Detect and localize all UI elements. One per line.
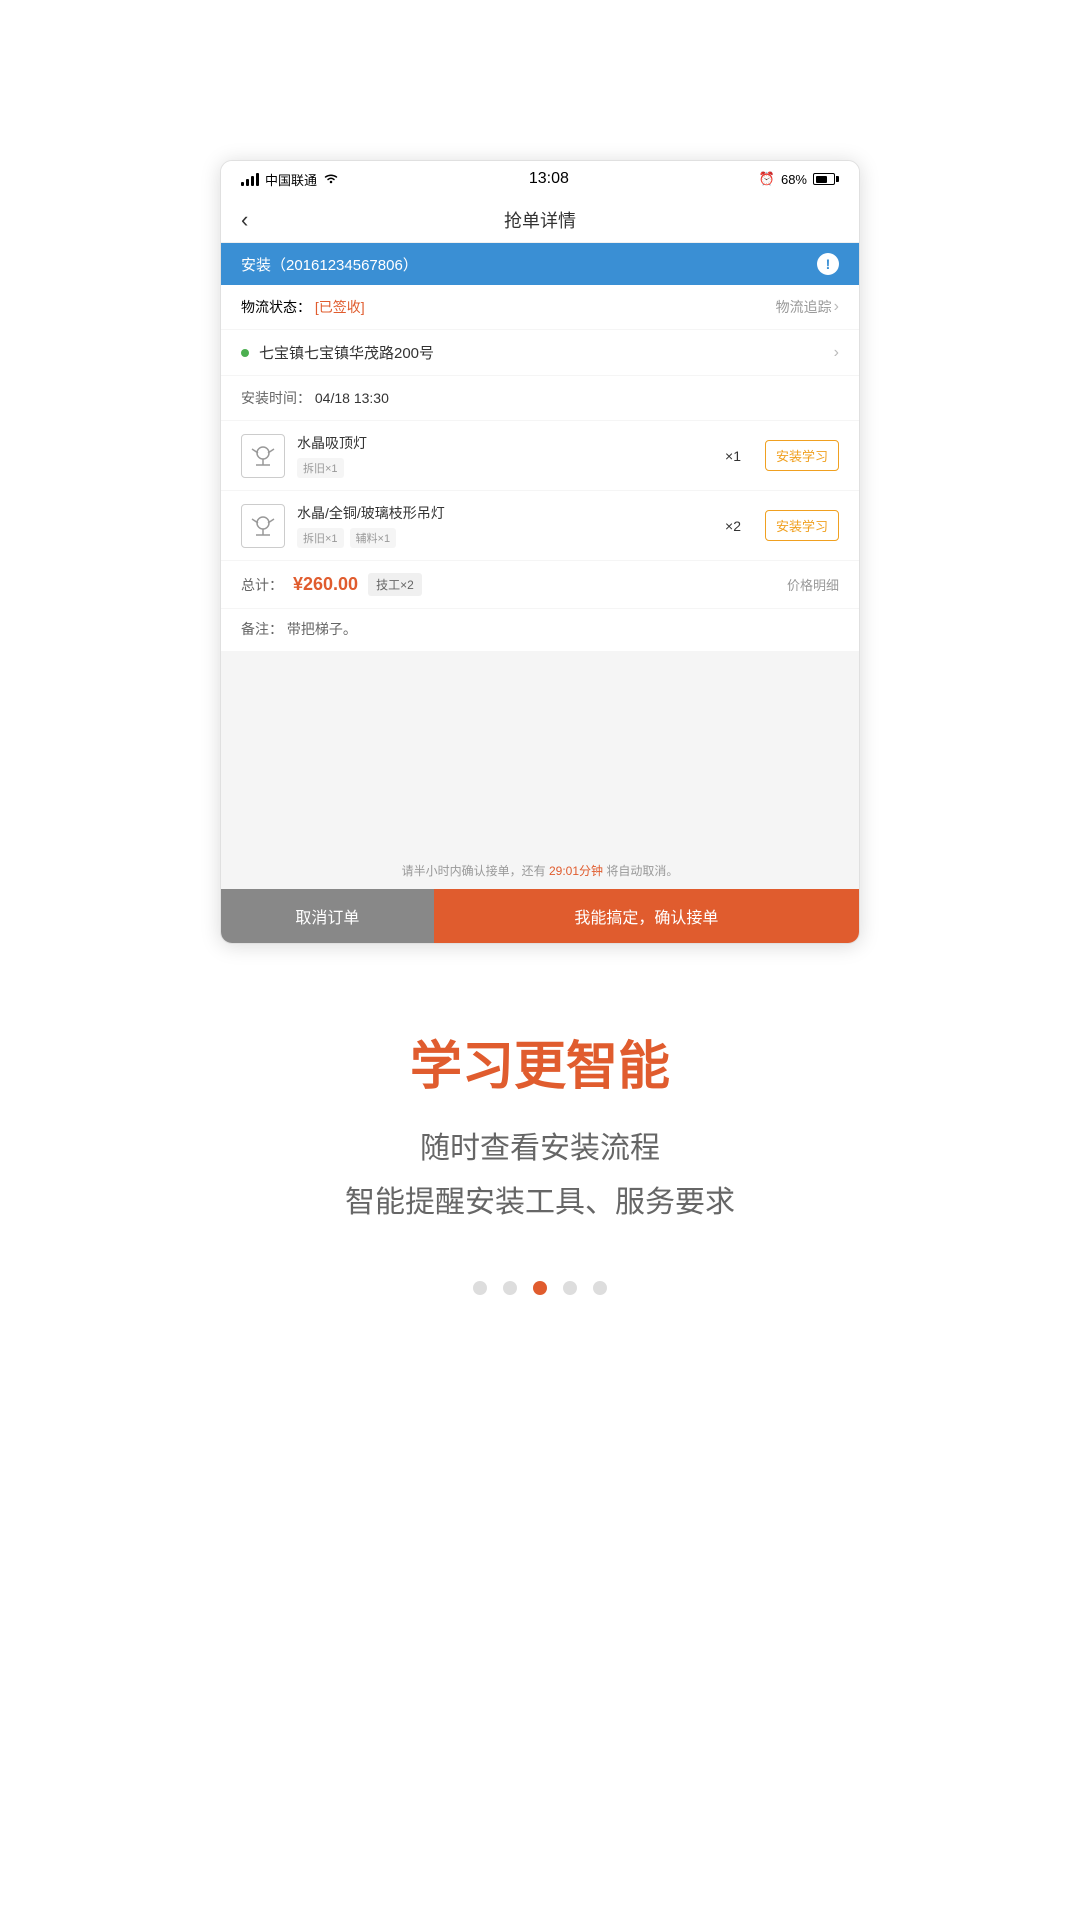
learn-button-1[interactable]: 安装学习 xyxy=(765,440,839,471)
track-label: 物流追踪 xyxy=(776,297,832,317)
promo-title: 学习更智能 xyxy=(410,1024,670,1099)
product-tag-1-0: 拆旧×1 xyxy=(297,458,344,478)
product-info-2: 水晶/全铜/玻璃枝形吊灯 拆旧×1 辅料×1 xyxy=(297,503,713,548)
back-button[interactable]: ‹ xyxy=(241,207,248,233)
price-detail-link[interactable]: 价格明细 xyxy=(787,575,839,594)
order-header-text: 安装（20161234567806） xyxy=(241,254,418,275)
address-text: 七宝镇七宝镇华茂路200号 xyxy=(259,342,834,363)
battery-icon xyxy=(813,173,839,185)
total-row: 总计： ¥260.00 技工×2 价格明细 xyxy=(221,561,859,609)
logistics-label: 物流状态： xyxy=(241,299,311,315)
total-amount: ¥260.00 xyxy=(293,574,358,595)
status-right: ⏰ 68% xyxy=(759,171,839,187)
product-tags-2: 拆旧×1 辅料×1 xyxy=(297,528,713,548)
status-left: 中国联通 xyxy=(241,170,339,189)
promo-sub1: 随时查看安装流程 xyxy=(420,1123,660,1167)
order-header: 安装（20161234567806） ! xyxy=(221,243,859,285)
product-info-1: 水晶吸顶灯 拆旧×1 xyxy=(297,433,713,478)
promo-section: 学习更智能 随时查看安装流程 智能提醒安装工具、服务要求 xyxy=(0,944,1080,1295)
wifi-icon xyxy=(323,172,339,187)
total-left: 总计： ¥260.00 技工×2 xyxy=(241,573,422,596)
address-dot-icon xyxy=(241,349,249,357)
pagination-dots xyxy=(473,1281,607,1295)
product-qty-2: ×2 xyxy=(725,518,741,534)
dot-1[interactable] xyxy=(503,1281,517,1295)
countdown-text: 29:01分钟 xyxy=(549,864,603,878)
logistics-track[interactable]: 物流追踪 › xyxy=(776,297,839,317)
product-name-1: 水晶吸顶灯 xyxy=(297,433,713,453)
phone-frame-area: 中国联通 13:08 ⏰ 68% xyxy=(0,0,1080,944)
confirm-button[interactable]: 我能搞定，确认接单 xyxy=(434,889,859,943)
product-tags-1: 拆旧×1 xyxy=(297,458,713,478)
address-row[interactable]: 七宝镇七宝镇华茂路200号 › xyxy=(221,330,859,376)
cancel-button[interactable]: 取消订单 xyxy=(221,889,434,943)
order-info-icon[interactable]: ! xyxy=(817,253,839,275)
nav-bar: ‹ 抢单详情 xyxy=(221,197,859,243)
product-tag-2-0: 拆旧×1 xyxy=(297,528,344,548)
tech-badge: 技工×2 xyxy=(368,573,422,596)
note-row: 备注： 带把梯子。 xyxy=(221,609,859,652)
product-row-1: 水晶吸顶灯 拆旧×1 ×1 安装学习 xyxy=(221,421,859,491)
product-qty-1: ×1 xyxy=(725,448,741,464)
promo-sub2: 智能提醒安装工具、服务要求 xyxy=(345,1177,735,1221)
logistics-row: 物流状态： [已签收] 物流追踪 › xyxy=(221,285,859,330)
product-tag-2-1: 辅料×1 xyxy=(350,528,397,548)
alarm-icon: ⏰ xyxy=(759,171,775,187)
install-time-value: 04/18 13:30 xyxy=(315,390,389,406)
learn-button-2[interactable]: 安装学习 xyxy=(765,510,839,541)
note-label: 备注： xyxy=(241,621,283,637)
status-bar: 中国联通 13:08 ⏰ 68% xyxy=(221,161,859,197)
signal-bars-icon xyxy=(241,172,259,186)
phone-frame: 中国联通 13:08 ⏰ 68% xyxy=(220,160,860,944)
hint-prefix: 请半小时内确认接单，还有 xyxy=(402,864,546,878)
dot-4[interactable] xyxy=(593,1281,607,1295)
dot-3[interactable] xyxy=(563,1281,577,1295)
note-text: 带把梯子。 xyxy=(287,621,357,637)
logistics-left: 物流状态： [已签收] xyxy=(241,297,365,317)
gray-area xyxy=(221,652,859,852)
install-time-label: 安装时间： xyxy=(241,390,311,406)
install-time-row: 安装时间： 04/18 13:30 xyxy=(221,376,859,421)
dot-2[interactable] xyxy=(533,1281,547,1295)
product-name-2: 水晶/全铜/玻璃枝形吊灯 xyxy=(297,503,713,523)
carrier-label: 中国联通 xyxy=(265,170,317,189)
total-label: 总计： xyxy=(241,575,283,595)
battery-percent: 68% xyxy=(781,172,807,187)
page-title: 抢单详情 xyxy=(504,207,576,233)
bottom-buttons: 取消订单 我能搞定，确认接单 xyxy=(221,889,859,943)
product-row-2: 水晶/全铜/玻璃枝形吊灯 拆旧×1 辅料×1 ×2 安装学习 xyxy=(221,491,859,561)
time-display: 13:08 xyxy=(529,170,569,188)
product-icon-1 xyxy=(241,434,285,478)
hint-suffix: 将自动取消。 xyxy=(606,864,678,878)
address-chevron-icon: › xyxy=(834,344,839,362)
logistics-status: [已签收] xyxy=(315,299,365,315)
dot-0[interactable] xyxy=(473,1281,487,1295)
chevron-right-icon: › xyxy=(834,298,839,316)
bottom-hint: 请半小时内确认接单，还有 29:01分钟 将自动取消。 xyxy=(221,852,859,889)
product-icon-2 xyxy=(241,504,285,548)
